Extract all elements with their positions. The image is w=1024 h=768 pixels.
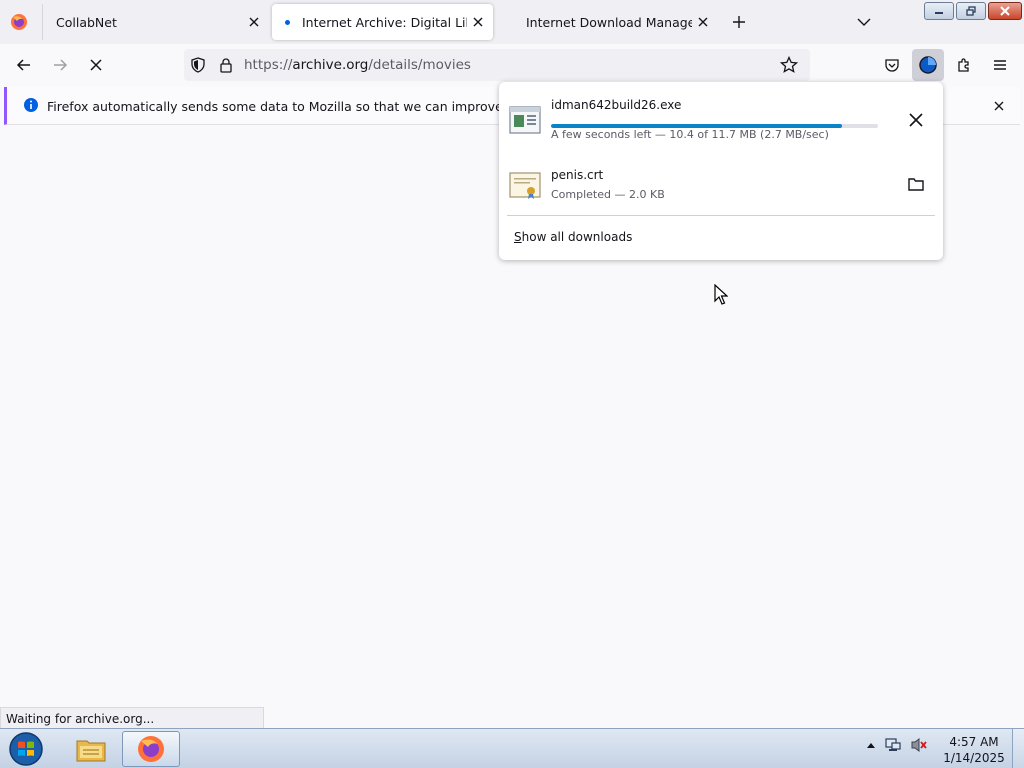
show-all-downloads-button[interactable]: Show all downloads: [514, 230, 632, 244]
tab-close-icon[interactable]: [692, 11, 714, 33]
info-icon: [24, 98, 38, 112]
new-tab-button[interactable]: [728, 11, 750, 33]
volume-muted-icon[interactable]: [910, 737, 928, 753]
windows-taskbar: 4:57 AM 1/14/2025: [0, 728, 1024, 768]
url-prefix: https://: [244, 57, 293, 73]
notification-close-button[interactable]: [990, 97, 1008, 115]
show-desktop-button[interactable]: [1012, 729, 1024, 768]
status-panel: Waiting for archive.org...: [0, 707, 264, 729]
panel-divider: [507, 215, 935, 216]
taskbar-clock[interactable]: 4:57 AM 1/14/2025: [940, 734, 1008, 766]
tab-strip: CollabNet Internet Archive: Digital Libr…: [0, 0, 1024, 44]
forward-button[interactable]: [48, 53, 72, 77]
pocket-icon: [885, 59, 899, 72]
tab-internet-download-manager[interactable]: Internet Download Manager is a: [500, 4, 718, 40]
close-icon: [1000, 6, 1010, 16]
lock-icon[interactable]: [219, 57, 233, 73]
url-path: /details/movies: [368, 57, 471, 73]
tab-collabnet[interactable]: CollabNet: [43, 4, 269, 40]
back-arrow-icon: [16, 59, 30, 71]
cancel-download-button[interactable]: [903, 107, 929, 133]
start-button[interactable]: [6, 731, 46, 767]
url-bar[interactable]: https://archive.org/details/movies: [184, 49, 810, 81]
windows-start-orb-icon: [9, 732, 43, 766]
tab-close-icon[interactable]: [467, 11, 489, 33]
tab-title: Internet Download Manager is a: [526, 14, 692, 30]
network-icon[interactable]: [884, 737, 902, 753]
url-host: archive.org: [292, 57, 369, 73]
file-explorer-icon: [76, 740, 106, 762]
pocket-button[interactable]: [880, 53, 904, 77]
certificate-file-icon: [509, 172, 541, 199]
download-status: Completed — 2.0 KB: [551, 188, 665, 201]
download-status: A few seconds left — 10.4 of 11.7 MB (2.…: [551, 128, 829, 141]
hamburger-menu-icon: [994, 60, 1006, 70]
tab-title: CollabNet: [56, 14, 117, 30]
accesskey-letter: S: [514, 230, 522, 244]
extensions-button[interactable]: [952, 53, 976, 77]
taskbar-firefox-button[interactable]: [122, 731, 180, 767]
download-item[interactable]: penis.crt Completed — 2.0 KB: [499, 154, 943, 216]
show-in-folder-button[interactable]: [903, 171, 929, 197]
tab-close-icon[interactable]: [243, 11, 265, 33]
loading-dot-icon: [285, 19, 290, 25]
restore-button[interactable]: [956, 2, 986, 20]
chevron-down-icon: [857, 18, 871, 26]
mouse-cursor-icon: [714, 284, 728, 305]
system-tray: [866, 737, 928, 753]
close-icon: [909, 113, 923, 127]
firefox-menu-icon[interactable]: [10, 13, 28, 31]
clock-time: 4:57 AM: [949, 735, 999, 749]
show-hidden-icons-icon[interactable]: [866, 741, 876, 749]
minimize-icon: [935, 12, 943, 14]
forward-arrow-icon: [54, 59, 68, 71]
close-window-button[interactable]: [988, 2, 1022, 20]
tracking-protection-shield-icon[interactable]: [190, 57, 206, 73]
tab-internet-archive[interactable]: Internet Archive: Digital Library: [272, 4, 493, 40]
clock-date: 1/14/2025: [943, 751, 1005, 765]
window-controls: [924, 2, 1022, 20]
back-button[interactable]: [12, 53, 36, 77]
plus-icon: [733, 16, 745, 28]
stop-loading-button[interactable]: [84, 53, 108, 77]
app-menu-button[interactable]: [988, 53, 1012, 77]
close-icon: [994, 101, 1004, 111]
tab-title: Internet Archive: Digital Library: [302, 14, 467, 30]
taskbar-explorer-button[interactable]: [62, 731, 120, 767]
minimize-button[interactable]: [924, 2, 954, 20]
downloads-button[interactable]: [912, 49, 944, 81]
download-filename: penis.crt: [551, 168, 604, 182]
folder-icon: [908, 178, 924, 191]
exe-file-icon: [509, 106, 541, 134]
navigation-toolbar: https://archive.org/details/movies: [0, 44, 1024, 86]
download-progress-icon: [919, 56, 937, 74]
download-filename: idman642build26.exe: [551, 98, 682, 112]
puzzle-piece-icon: [958, 58, 969, 72]
stop-icon: [90, 59, 102, 71]
download-item[interactable]: idman642build26.exe A few seconds left —…: [499, 88, 943, 150]
bookmark-star-icon[interactable]: [780, 56, 798, 74]
restore-icon: [966, 6, 976, 16]
firefox-icon: [138, 736, 164, 762]
show-all-label: how all downloads: [521, 230, 633, 244]
list-all-tabs-button[interactable]: [853, 11, 875, 33]
url-text[interactable]: https://archive.org/details/movies: [244, 57, 471, 73]
downloads-panel: idman642build26.exe A few seconds left —…: [499, 82, 943, 260]
